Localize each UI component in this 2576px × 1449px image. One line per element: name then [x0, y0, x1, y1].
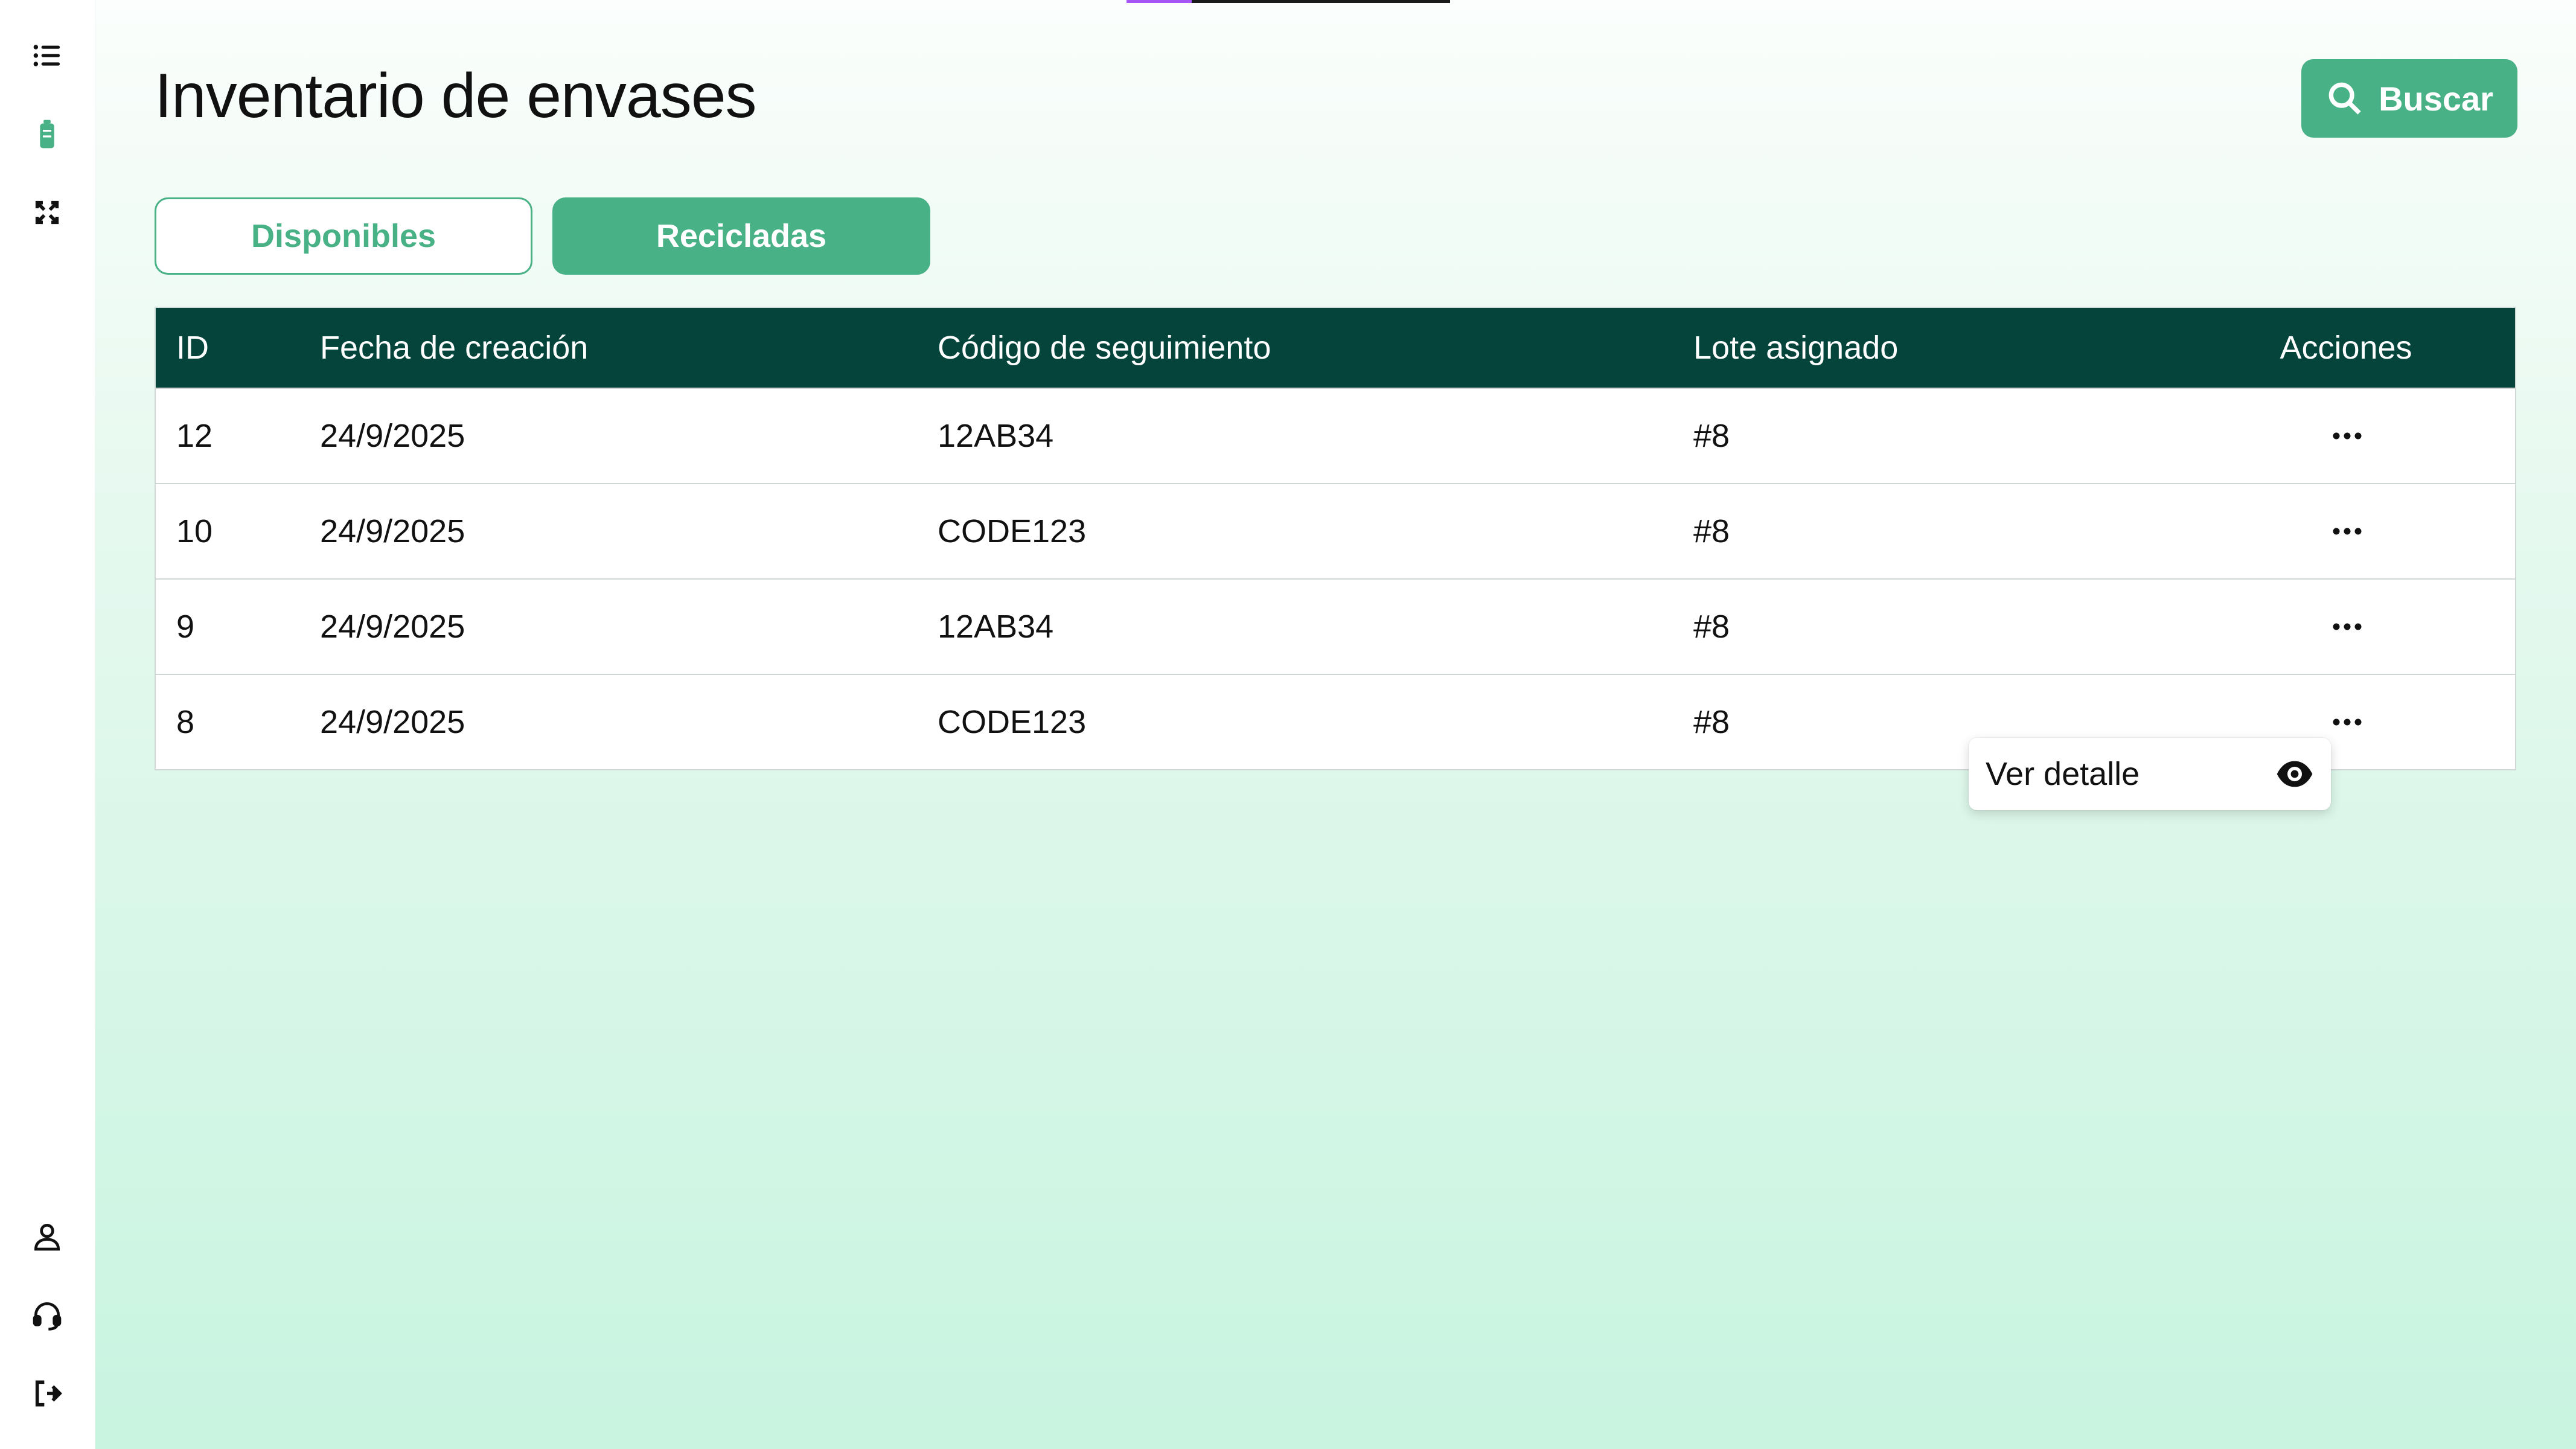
column-header-date: Fecha de creación [320, 330, 589, 366]
sidebar [0, 0, 95, 1449]
column-header-code: Código de seguimiento [938, 330, 1271, 366]
cell-id: 9 [176, 609, 195, 645]
cell-code: CODE123 [938, 513, 1087, 549]
table-row: 9 24/9/2025 12AB34 #8 [156, 578, 2515, 674]
logout-icon[interactable] [29, 1375, 65, 1412]
more-actions-button[interactable] [2323, 418, 2371, 454]
column-header-id: ID [176, 330, 209, 366]
search-icon [2328, 82, 2361, 115]
cell-id: 12 [176, 418, 213, 454]
dropdown-item-label: Ver detalle [1986, 756, 2140, 792]
cell-code: CODE123 [938, 704, 1087, 740]
list-icon[interactable] [29, 37, 65, 74]
page-title: Inventario de envases [155, 61, 757, 131]
actions-dropdown-item-ver-detalle[interactable]: Ver detalle [1969, 738, 2331, 810]
search-button-label: Buscar [2379, 79, 2493, 118]
cell-id: 8 [176, 704, 195, 740]
search-button[interactable]: Buscar [2301, 59, 2517, 138]
cell-batch: #8 [1693, 609, 1730, 645]
tab-disponibles[interactable]: Disponibles [155, 197, 532, 275]
column-header-batch: Lote asignado [1693, 330, 1899, 366]
cell-date: 24/9/2025 [320, 704, 465, 740]
cell-id: 10 [176, 513, 213, 549]
ellipsis-icon [2333, 528, 2362, 535]
cell-date: 24/9/2025 [320, 609, 465, 645]
battery-icon[interactable] [29, 116, 65, 152]
table-header: ID Fecha de creación Código de seguimien… [156, 308, 2515, 388]
cell-code: 12AB34 [938, 609, 1054, 645]
column-header-actions: Acciones [2280, 330, 2412, 366]
more-actions-button[interactable] [2323, 513, 2371, 549]
table-row: 12 24/9/2025 12AB34 #8 [156, 388, 2515, 483]
cell-batch: #8 [1693, 513, 1730, 549]
inventory-table: ID Fecha de creación Código de seguimien… [155, 307, 2516, 770]
more-actions-button[interactable] [2323, 609, 2371, 645]
cell-batch: #8 [1693, 418, 1730, 454]
cell-code: 12AB34 [938, 418, 1054, 454]
cell-batch: #8 [1693, 704, 1730, 740]
headset-icon[interactable] [29, 1297, 65, 1333]
ellipsis-icon [2333, 718, 2362, 726]
tab-recicladas[interactable]: Recicladas [552, 197, 930, 275]
cell-date: 24/9/2025 [320, 513, 465, 549]
recycle-icon[interactable] [29, 194, 65, 231]
cell-date: 24/9/2025 [320, 418, 465, 454]
table-row: 10 24/9/2025 CODE123 #8 [156, 483, 2515, 578]
more-actions-button[interactable] [2323, 704, 2371, 740]
eye-icon [2277, 761, 2313, 787]
user-icon[interactable] [29, 1218, 65, 1255]
top-progress-strip [1127, 0, 1450, 3]
ellipsis-icon [2333, 432, 2362, 440]
ellipsis-icon [2333, 623, 2362, 630]
